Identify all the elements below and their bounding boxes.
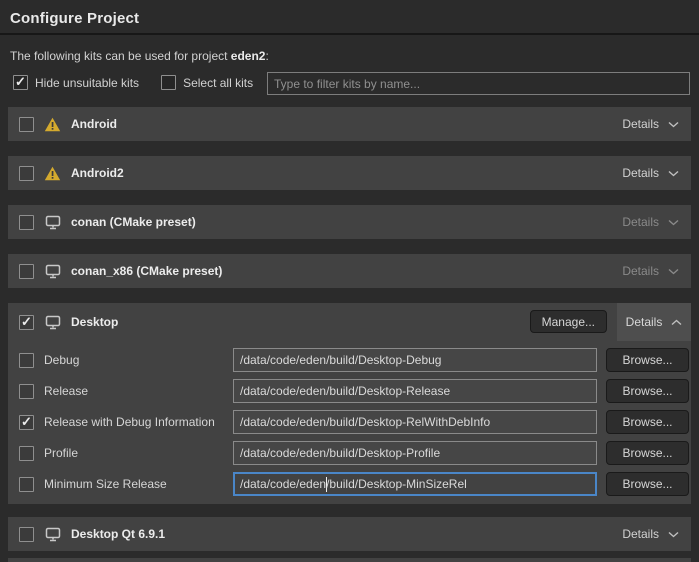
- build-dir-input[interactable]: [233, 410, 597, 434]
- warning-icon: [44, 166, 61, 181]
- kit-name: Desktop Qt 6.9.1: [71, 527, 165, 541]
- chevron-down-icon: [668, 527, 679, 541]
- chevron-down-icon: [668, 264, 679, 278]
- kit-checkbox[interactable]: [19, 215, 34, 230]
- details-toggle[interactable]: Details: [622, 264, 679, 278]
- build-config-checkbox[interactable]: [19, 477, 34, 492]
- kit-checkbox[interactable]: [19, 117, 34, 132]
- kit-row-desktop-qt: Desktop Qt 6.9.1 Details: [8, 517, 691, 551]
- build-config-label: Minimum Size Release: [44, 477, 167, 491]
- details-label: Details: [622, 527, 659, 541]
- partial-kit-row: [8, 558, 691, 562]
- manage-kits-button[interactable]: Manage...: [530, 310, 607, 333]
- build-config-row-release: Release Browse...: [8, 378, 691, 404]
- build-config-checkbox[interactable]: [19, 384, 34, 399]
- chevron-down-icon: [668, 215, 679, 229]
- kit-checkbox[interactable]: [19, 527, 34, 542]
- kit-panel-desktop: Desktop Manage... Details Debug Browse..…: [8, 303, 691, 504]
- build-config-checkbox[interactable]: [19, 446, 34, 461]
- build-dir-input[interactable]: [233, 348, 597, 372]
- build-config-row-minsizerel: Minimum Size Release /data/code/eden/bui…: [8, 471, 691, 497]
- intro-after: :: [265, 49, 268, 63]
- details-label: Details: [622, 264, 659, 278]
- browse-button[interactable]: Browse...: [606, 441, 689, 465]
- details-label: Details: [622, 215, 659, 229]
- details-toggle[interactable]: Details: [622, 166, 679, 180]
- kit-row-android: Android Details: [8, 107, 691, 141]
- desktop-icon: [44, 215, 61, 230]
- chevron-down-icon: [668, 117, 679, 131]
- build-config-label: Debug: [44, 353, 79, 367]
- warning-icon: [44, 117, 61, 132]
- browse-button[interactable]: Browse...: [606, 472, 689, 496]
- select-all-kits-checkbox[interactable]: [161, 75, 176, 90]
- desktop-icon: [44, 527, 61, 542]
- browse-button[interactable]: Browse...: [606, 410, 689, 434]
- kit-row-conan-x86: conan_x86 (CMake preset) Details: [8, 254, 691, 288]
- intro-before: The following kits can be used for proje…: [10, 49, 231, 63]
- build-config-row-profile: Profile Browse...: [8, 440, 691, 466]
- details-label: Details: [622, 117, 659, 131]
- kit-name: Android: [71, 117, 117, 131]
- build-dir-input[interactable]: [233, 379, 597, 403]
- path-before-caret: /data/code/eden: [240, 477, 326, 491]
- desktop-icon: [44, 315, 61, 330]
- details-label: Details: [622, 166, 659, 180]
- browse-button[interactable]: Browse...: [606, 379, 689, 403]
- details-toggle[interactable]: Details: [622, 117, 679, 131]
- build-config-row-relwithdebinfo: Release with Debug Information Browse...: [8, 409, 691, 435]
- path-after-caret: /build/Desktop-MinSizeRel: [326, 477, 467, 491]
- hide-unsuitable-kits-label: Hide unsuitable kits: [35, 76, 139, 90]
- title-separator: [0, 33, 699, 35]
- build-dir-input[interactable]: [233, 441, 597, 465]
- kit-filter-input[interactable]: [267, 72, 690, 95]
- kit-checkbox[interactable]: [19, 166, 34, 181]
- kit-checkbox[interactable]: [19, 264, 34, 279]
- chevron-down-icon: [668, 166, 679, 180]
- build-config-label: Release: [44, 384, 88, 398]
- kit-name: conan (CMake preset): [71, 215, 196, 229]
- configure-project-page: Configure Project The following kits can…: [0, 0, 699, 562]
- build-config-checkbox[interactable]: [19, 353, 34, 368]
- page-title: Configure Project: [10, 10, 139, 27]
- desktop-icon: [44, 264, 61, 279]
- select-all-kits-label: Select all kits: [183, 76, 253, 90]
- project-name: eden2: [231, 49, 266, 63]
- build-config-label: Profile: [44, 446, 78, 460]
- build-config-label: Release with Debug Information: [44, 415, 215, 429]
- build-config-row-debug: Debug Browse...: [8, 347, 691, 373]
- kit-row-android2: Android2 Details: [8, 156, 691, 190]
- kit-name: Desktop: [71, 315, 118, 329]
- chevron-up-icon: [671, 315, 682, 329]
- browse-button[interactable]: Browse...: [606, 348, 689, 372]
- kit-row-desktop: Desktop Manage... Details: [8, 303, 691, 341]
- details-toggle[interactable]: Details: [622, 527, 679, 541]
- build-config-checkbox[interactable]: [19, 415, 34, 430]
- details-toggle[interactable]: Details: [617, 303, 691, 341]
- hide-unsuitable-kits-checkbox[interactable]: [13, 75, 28, 90]
- kit-name: Android2: [71, 166, 124, 180]
- hide-unsuitable-kits-checkbox-label[interactable]: Hide unsuitable kits: [13, 75, 139, 90]
- kit-name: conan_x86 (CMake preset): [71, 264, 222, 278]
- select-all-kits-checkbox-label[interactable]: Select all kits: [161, 75, 253, 90]
- build-dir-input-focused[interactable]: /data/code/eden/build/Desktop-MinSizeRel: [233, 472, 597, 496]
- filter-bar: Hide unsuitable kits Select all kits: [13, 75, 253, 90]
- kit-row-conan: conan (CMake preset) Details: [8, 205, 691, 239]
- intro-text: The following kits can be used for proje…: [10, 49, 269, 63]
- kit-checkbox[interactable]: [19, 315, 34, 330]
- details-label: Details: [626, 315, 663, 329]
- details-toggle[interactable]: Details: [622, 215, 679, 229]
